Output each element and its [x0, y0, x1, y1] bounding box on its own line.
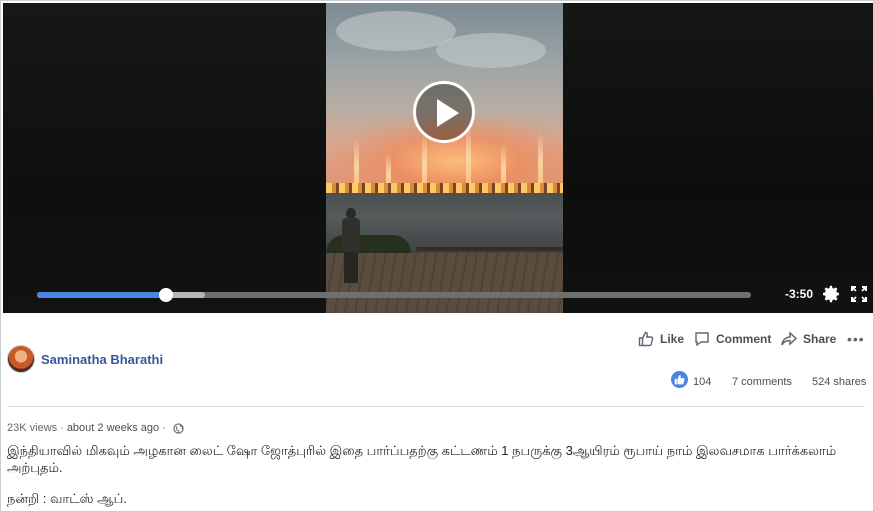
like-count[interactable]: 104 [693, 376, 711, 388]
post-description: இந்தியாவில் மிகவும் அழகான லைட் ஷோ ஜோத்பு… [7, 443, 837, 475]
divider [7, 406, 865, 407]
like-reaction-icon [671, 371, 688, 388]
post-meta: 23K views · about 2 weeks ago · [7, 422, 184, 434]
like-button[interactable]: Like [638, 330, 684, 348]
like-label: Like [660, 332, 685, 346]
video-thumbnail [326, 3, 563, 313]
play-icon [437, 99, 459, 127]
video-cloud [436, 33, 546, 68]
share-icon [781, 331, 797, 346]
shares-count[interactable]: 524 shares [812, 376, 866, 388]
meta-separator: · [60, 422, 64, 434]
video-rail [416, 247, 563, 251]
post-timestamp[interactable]: about 2 weeks ago [67, 422, 159, 434]
video-post: -3:50 Saminatha Bharathi Like Comment Sh… [0, 0, 874, 512]
video-letterbox-right [563, 3, 873, 313]
like-icon [638, 331, 654, 347]
more-options-icon[interactable]: ••• [847, 331, 865, 347]
video-person [340, 208, 362, 283]
comment-icon [695, 332, 709, 347]
video-scrubber-handle[interactable] [158, 288, 173, 302]
globe-icon [173, 422, 184, 434]
video-letterbox-left [3, 3, 326, 313]
comment-button[interactable]: Comment [694, 330, 771, 348]
meta-separator: · [162, 422, 166, 434]
comments-count[interactable]: 7 comments [732, 376, 792, 388]
video-lights [326, 183, 563, 193]
video-played-bar [37, 292, 166, 298]
time-remaining: -3:50 [785, 287, 814, 301]
post-credit: நன்றி : வாட்ஸ் ஆப். [7, 491, 127, 506]
video-progress-bar[interactable] [37, 288, 751, 302]
settings-gear-icon[interactable] [821, 284, 841, 304]
play-button[interactable] [413, 81, 475, 143]
fullscreen-icon[interactable] [850, 285, 868, 303]
share-label: Share [803, 332, 837, 346]
view-count: 23K views [7, 422, 58, 434]
author-name[interactable]: Saminatha Bharathi [41, 352, 163, 367]
share-button[interactable]: Share [781, 330, 836, 348]
comment-label: Comment [716, 332, 772, 346]
author-avatar[interactable] [7, 345, 35, 373]
video-player[interactable]: -3:50 [3, 3, 873, 313]
